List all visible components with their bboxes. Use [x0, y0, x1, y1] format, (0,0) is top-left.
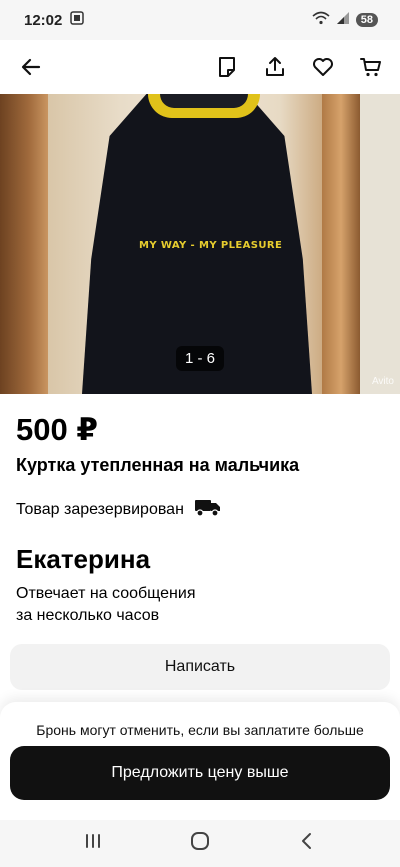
home-icon[interactable]	[189, 830, 211, 857]
status-bar: 12:02 58	[0, 0, 400, 40]
note-icon[interactable]	[212, 52, 242, 82]
signal-icon	[336, 11, 350, 29]
back-nav-icon[interactable]	[296, 830, 318, 857]
watermark: Avito	[371, 376, 394, 387]
write-message-button[interactable]: Написать	[10, 644, 390, 690]
system-nav-bar	[0, 820, 400, 867]
heart-icon[interactable]	[308, 52, 338, 82]
share-icon[interactable]	[260, 52, 290, 82]
wall	[360, 94, 400, 394]
door-frame	[0, 94, 48, 394]
price: 500 ₽	[16, 412, 98, 447]
truck-icon	[194, 497, 222, 522]
seller-response-time: Отвечает на сообщения за несколько часов	[16, 583, 276, 627]
photo-counter: 1 - 6	[176, 346, 225, 371]
app-bar	[0, 40, 400, 94]
reserved-status: Товар зарезервирован	[16, 497, 222, 522]
offer-higher-price-button[interactable]: Предложить цену выше	[10, 746, 390, 800]
cart-icon[interactable]	[356, 52, 386, 82]
status-time: 12:02	[24, 11, 63, 29]
coat-print-text: MY WAY - MY PLEASURE	[139, 240, 283, 251]
seller-response-line: за несколько часов	[16, 607, 160, 624]
screenshot-indicator-icon	[70, 11, 85, 29]
battery-badge: 58	[355, 13, 378, 27]
arrow-left-icon[interactable]	[16, 52, 46, 82]
reserved-label: Товар зарезервирован	[16, 500, 184, 518]
seller-name[interactable]: Екатерина	[16, 544, 150, 575]
hood-inner	[160, 94, 248, 108]
photo-gallery[interactable]: MY WAY - MY PLEASURE 1 - 6 Avito	[0, 94, 400, 394]
seller-response-line: Отвечает на сообщения	[16, 585, 196, 602]
bottom-sheet: Бронь могут отменить, если вы заплатите …	[0, 702, 400, 820]
door-frame	[322, 94, 360, 394]
listing-title: Куртка утепленная на мальчика	[16, 455, 300, 475]
wifi-icon	[312, 11, 330, 29]
recent-apps-icon[interactable]	[82, 830, 104, 857]
reservation-hint: Бронь могут отменить, если вы заплатите …	[36, 722, 364, 738]
